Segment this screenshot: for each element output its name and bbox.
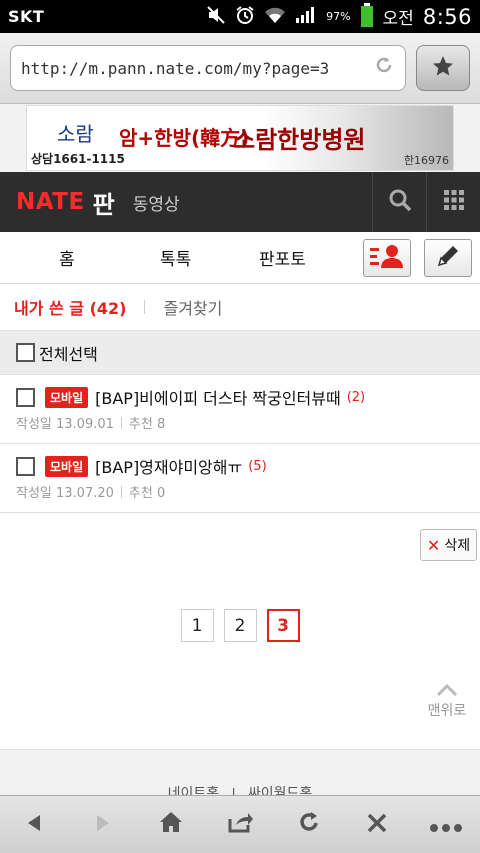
sub-tabs: 내가 쓴 글 (42) 즐겨찾기 <box>0 284 480 331</box>
page-2[interactable]: 2 <box>223 609 257 642</box>
banner-number: 한16976 <box>403 154 449 167</box>
browser-toolbar <box>0 795 480 853</box>
post-date: 작성일 13.07.20 <box>16 486 114 501</box>
divider <box>120 416 122 429</box>
forward-arrow-icon <box>94 811 112 839</box>
tab-favorites[interactable]: 즐겨찾기 <box>163 295 222 319</box>
search-icon <box>388 188 412 216</box>
scroll-top-label: 맨위로 <box>427 703 467 719</box>
back-button[interactable] <box>9 800 59 850</box>
list-item: 모바일 [BAP]비에이피 더스타 짝궁인터뷰때 (2) 작성일 13.09.0… <box>0 375 480 444</box>
alarm-icon <box>235 5 255 29</box>
bookmark-button[interactable] <box>416 45 470 91</box>
refresh-button[interactable] <box>284 800 334 850</box>
list-item: 모바일 [BAP]영재야미앙해ㅠ (5) 작성일 13.07.20 추천 0 <box>0 444 480 513</box>
share-icon <box>227 811 253 839</box>
home-button[interactable] <box>146 800 196 850</box>
banner-phone: 상담1661-1115 <box>31 152 125 166</box>
carrier-label: SKT <box>8 7 45 26</box>
footer-divider: | <box>231 787 236 795</box>
wifi-icon <box>264 6 286 28</box>
divider <box>144 300 146 314</box>
battery-percent: 97% <box>326 10 351 23</box>
footer-link-nate-home[interactable]: 네이트홈 <box>168 783 220 795</box>
user-list-icon <box>369 244 405 272</box>
reload-icon[interactable] <box>373 54 395 82</box>
mute-icon <box>206 5 226 28</box>
share-button[interactable] <box>215 800 265 850</box>
post-checkbox[interactable] <box>16 456 35 476</box>
close-icon <box>367 811 387 839</box>
clock-time: 8:56 <box>422 4 472 29</box>
post-likes: 추천 0 <box>128 486 166 501</box>
site-header: NATE 판 동영상 <box>0 172 480 232</box>
post-title[interactable]: [BAP]영재야미앙해ㅠ <box>95 454 242 478</box>
tab-my-posts[interactable]: 내가 쓴 글 (42) <box>14 295 126 319</box>
comment-count: (5) <box>248 458 267 474</box>
ad-banner[interactable]: 소람 상담1661-1115 암+한방(韓方) 소람한방병원 한16976 <box>26 105 454 171</box>
post-checkbox[interactable] <box>16 387 35 407</box>
footer-link-cyworld-home[interactable]: 싸이월드홈 <box>248 783 312 795</box>
comment-count: (2) <box>346 389 366 405</box>
page-3-current[interactable]: 3 <box>266 609 300 642</box>
chevron-up-icon <box>420 680 474 700</box>
url-text[interactable]: http://m.pann.nate.com/my?page=3 <box>21 59 373 78</box>
main-tabs: 홈 톡톡 판포토 <box>0 232 480 284</box>
close-icon: ✕ <box>426 535 441 555</box>
grid-icon <box>443 189 465 215</box>
mobile-badge: 모바일 <box>45 386 89 408</box>
post-title[interactable]: [BAP]비에이피 더스타 짝궁인터뷰때 <box>95 385 341 409</box>
delete-label: 삭제 <box>444 538 471 554</box>
clock-ampm: 오전 <box>382 9 414 29</box>
back-arrow-icon <box>25 811 43 839</box>
banner-text-1: 암+한방(韓方) <box>119 126 250 150</box>
delete-button[interactable]: ✕ 삭제 <box>420 529 477 561</box>
divider <box>120 485 122 498</box>
select-all-checkbox[interactable] <box>16 343 35 362</box>
banner-text-2: 소람한방병원 <box>233 126 366 154</box>
mobile-badge: 모바일 <box>45 455 89 477</box>
home-icon <box>159 811 183 839</box>
tab-photo[interactable]: 판포토 <box>259 245 306 270</box>
banner-logo: 소람 <box>57 122 94 146</box>
tab-home[interactable]: 홈 <box>59 245 75 270</box>
video-link[interactable]: 동영상 <box>133 190 180 215</box>
write-button[interactable] <box>424 239 472 277</box>
post-date: 작성일 13.09.01 <box>16 417 114 432</box>
menu-button[interactable] <box>426 172 480 232</box>
pann-logo[interactable]: 판 <box>93 185 115 220</box>
footer: 네이트홈 | 싸이월드홈 <box>0 749 480 795</box>
url-field[interactable]: http://m.pann.nate.com/my?page=3 <box>10 45 406 91</box>
refresh-icon <box>297 810 321 840</box>
more-button[interactable] <box>421 800 471 850</box>
close-tab-button[interactable] <box>352 800 402 850</box>
my-page-button[interactable] <box>363 239 411 277</box>
star-icon <box>431 54 455 82</box>
browser-url-bar: http://m.pann.nate.com/my?page=3 <box>0 33 480 104</box>
page-1[interactable]: 1 <box>180 609 214 642</box>
pagination: 1 2 3 <box>0 609 480 642</box>
scroll-top-button[interactable]: 맨위로 <box>420 680 474 720</box>
search-button[interactable] <box>372 172 426 232</box>
ad-banner-area: 소람 상담1661-1115 암+한방(韓方) 소람한방병원 한16976 <box>0 104 480 172</box>
select-all-label[interactable]: 전체선택 <box>39 341 98 365</box>
status-bar: SKT 97% 오전 8:56 <box>0 0 480 33</box>
signal-icon <box>295 6 317 28</box>
tab-talk[interactable]: 톡톡 <box>160 245 191 270</box>
forward-button[interactable] <box>78 800 128 850</box>
select-all-row: 전체선택 <box>0 331 480 375</box>
pencil-icon <box>435 243 461 273</box>
post-likes: 추천 8 <box>128 417 166 432</box>
more-dots-icon <box>429 811 463 839</box>
nate-logo[interactable]: NATE <box>16 189 85 215</box>
battery-icon <box>360 2 374 31</box>
